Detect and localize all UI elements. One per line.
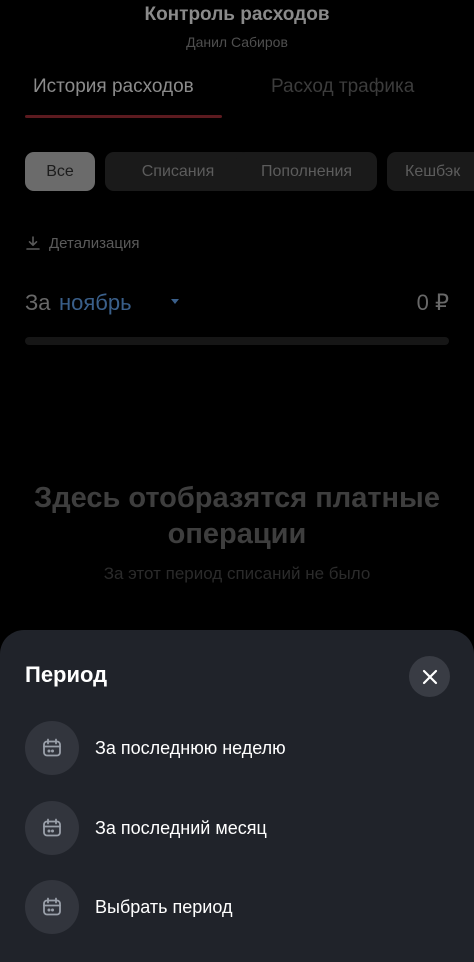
calendar-icon	[43, 897, 61, 916]
download-icon	[26, 236, 40, 250]
empty-state-subtitle: За этот период списаний не было	[103, 564, 371, 583]
sheet-title: Период	[25, 662, 108, 687]
active-tab-indicator	[25, 115, 222, 118]
period-amount: 0 ₽	[416, 290, 449, 315]
calendar-icon	[43, 738, 61, 757]
filter-chips: Все Списания Пополнения Кешбэк	[25, 152, 474, 192]
empty-state-title: Здесь отобразятся платные операции	[34, 482, 440, 550]
option-last-week[interactable]: За последнюю неделю	[25, 721, 449, 775]
option-custom-period[interactable]: Выбрать период	[25, 880, 449, 934]
filter-topup-chip[interactable]: Пополнения	[236, 152, 377, 191]
option-label: За последний месяц	[95, 817, 267, 838]
close-button[interactable]	[409, 656, 450, 697]
option-icon-circle	[25, 721, 79, 775]
filter-all-chip[interactable]: Все	[25, 152, 95, 191]
option-icon-circle	[25, 880, 79, 934]
option-label: За последнюю неделю	[95, 737, 286, 758]
page-subtitle: Данил Сабиров	[186, 34, 288, 50]
tabs: История расходов Расход трафика	[0, 76, 474, 120]
period-prefix: За	[25, 290, 51, 315]
close-icon	[422, 669, 437, 684]
filter-debit-chip[interactable]: Списания	[105, 152, 251, 191]
detail-link[interactable]: Детализация	[25, 233, 140, 253]
period-bottom-sheet: Период За последнюю неделю За последний …	[0, 630, 474, 962]
period-row: За ноябрь 0 ₽	[25, 290, 449, 320]
page-title: Контроль расходов	[144, 4, 330, 25]
option-icon-circle	[25, 801, 79, 855]
tab-expense-history[interactable]: История расходов	[33, 76, 194, 98]
option-label: Выбрать период	[95, 896, 233, 917]
option-last-month[interactable]: За последний месяц	[25, 801, 449, 855]
caret-down-icon[interactable]	[171, 299, 179, 304]
tab-traffic-usage[interactable]: Расход трафика	[271, 76, 414, 98]
spending-progress-bar	[25, 337, 449, 345]
filter-cashback-chip[interactable]: Кешбэк	[387, 152, 474, 191]
month-selector[interactable]: ноябрь	[59, 290, 132, 316]
detail-link-label: Детализация	[49, 234, 140, 252]
calendar-icon	[43, 818, 61, 837]
